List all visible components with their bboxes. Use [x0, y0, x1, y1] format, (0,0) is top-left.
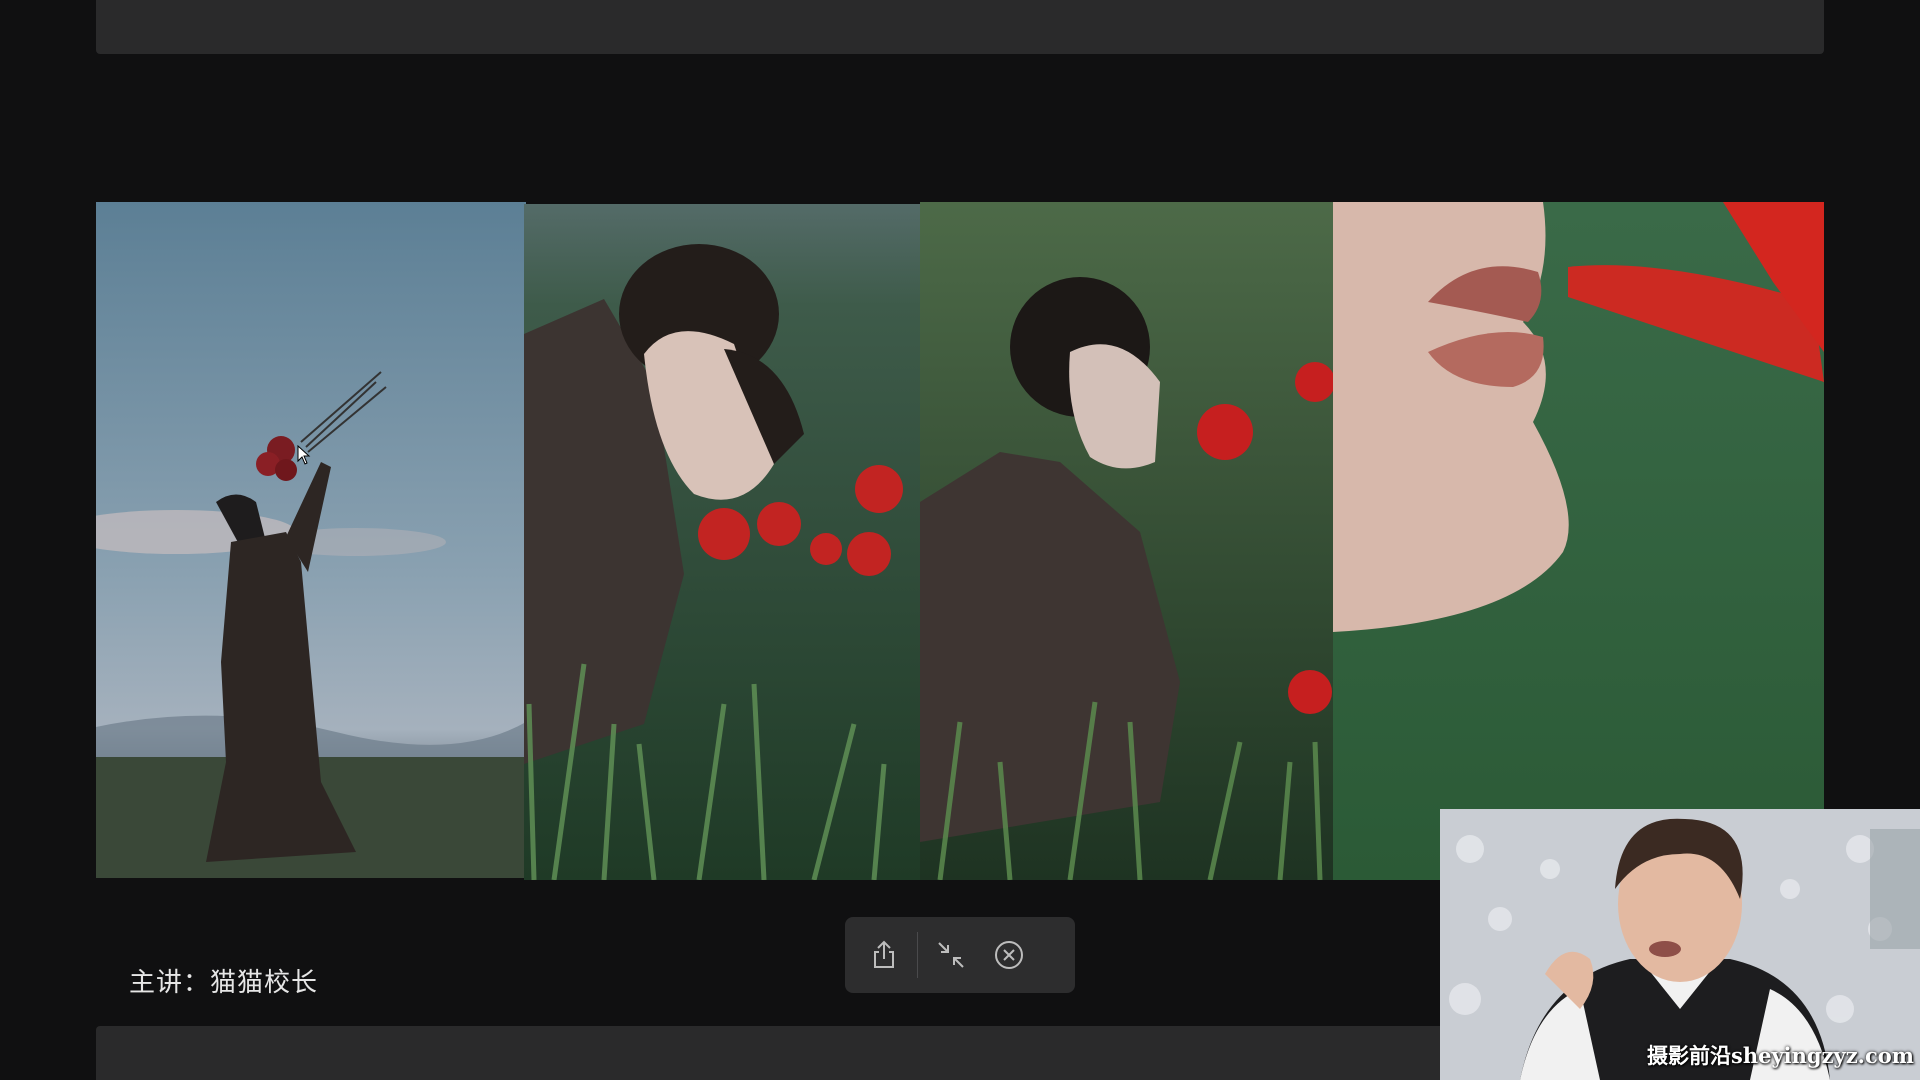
- photo-sky-roses[interactable]: [96, 202, 526, 878]
- share-icon: [874, 940, 894, 968]
- close-circle-icon: [995, 941, 1023, 969]
- watermark: 摄影前沿sheyingzyz.com: [1647, 1043, 1914, 1068]
- viewer-toolbar: [845, 917, 1075, 993]
- share-button[interactable]: [855, 926, 913, 984]
- top-bar: [96, 0, 1824, 54]
- photo-kneeling-roses[interactable]: [920, 202, 1333, 880]
- photo-lips-petal[interactable]: [1333, 202, 1824, 880]
- mouse-cursor-icon: [297, 445, 311, 465]
- photo-smelling-roses[interactable]: [524, 204, 921, 880]
- close-button[interactable]: [980, 926, 1038, 984]
- toolbar-divider: [917, 932, 918, 978]
- exit-fullscreen-icon: [938, 942, 964, 968]
- webcam-overlay: 摄影前沿sheyingzyz.com: [1440, 809, 1920, 1080]
- presenter-caption: 主讲：猫猫校长: [129, 968, 319, 998]
- slideshow-viewer: 主讲：猫猫校长 摄影前沿sheyingzyz.com: [0, 0, 1920, 1080]
- exit-fullscreen-button[interactable]: [922, 926, 980, 984]
